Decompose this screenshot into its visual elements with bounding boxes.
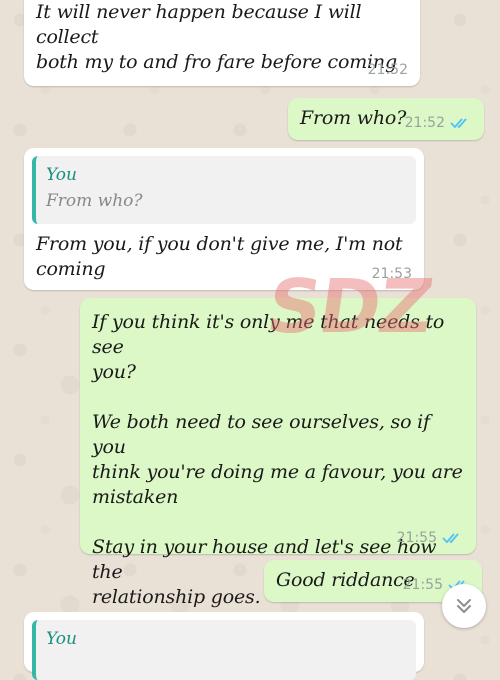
double-chevron-down-icon xyxy=(457,599,471,613)
message-meta: 21:52 xyxy=(405,115,472,131)
incoming-reply-bubble[interactable]: You From who? From you, if you don't giv… xyxy=(24,148,424,290)
message-meta: 21:53 xyxy=(372,266,412,282)
quoted-message-author: You xyxy=(46,165,77,185)
message-meta: 21:52 xyxy=(368,62,408,78)
outgoing-message-bubble[interactable]: From who? 21:52 xyxy=(288,98,484,140)
quoted-message[interactable]: You xyxy=(32,620,416,680)
double-check-read-icon xyxy=(450,118,467,129)
message-time: 21:52 xyxy=(367,62,408,78)
quoted-message[interactable]: You From who? xyxy=(32,156,416,224)
message-text: From you, if you don't give me, I'm not … xyxy=(36,233,403,280)
outgoing-message-bubble[interactable]: If you think it's only me that needs to … xyxy=(80,298,476,608)
message-time: 21:55 xyxy=(396,530,437,546)
message-meta: 21:55 xyxy=(397,530,464,546)
incoming-reply-bubble[interactable]: You xyxy=(24,612,424,680)
scroll-to-bottom-button[interactable] xyxy=(442,584,486,628)
message-time: 21:55 xyxy=(402,577,443,593)
incoming-message-bubble[interactable]: It will never happen because I will coll… xyxy=(24,0,420,86)
quoted-message-text: From who? xyxy=(46,191,143,211)
message-time: 21:52 xyxy=(404,115,445,131)
message-time: 21:53 xyxy=(371,266,412,282)
quoted-message-author: You xyxy=(46,629,77,649)
message-text: It will never happen because I will coll… xyxy=(36,1,397,73)
double-check-read-icon xyxy=(442,533,459,544)
